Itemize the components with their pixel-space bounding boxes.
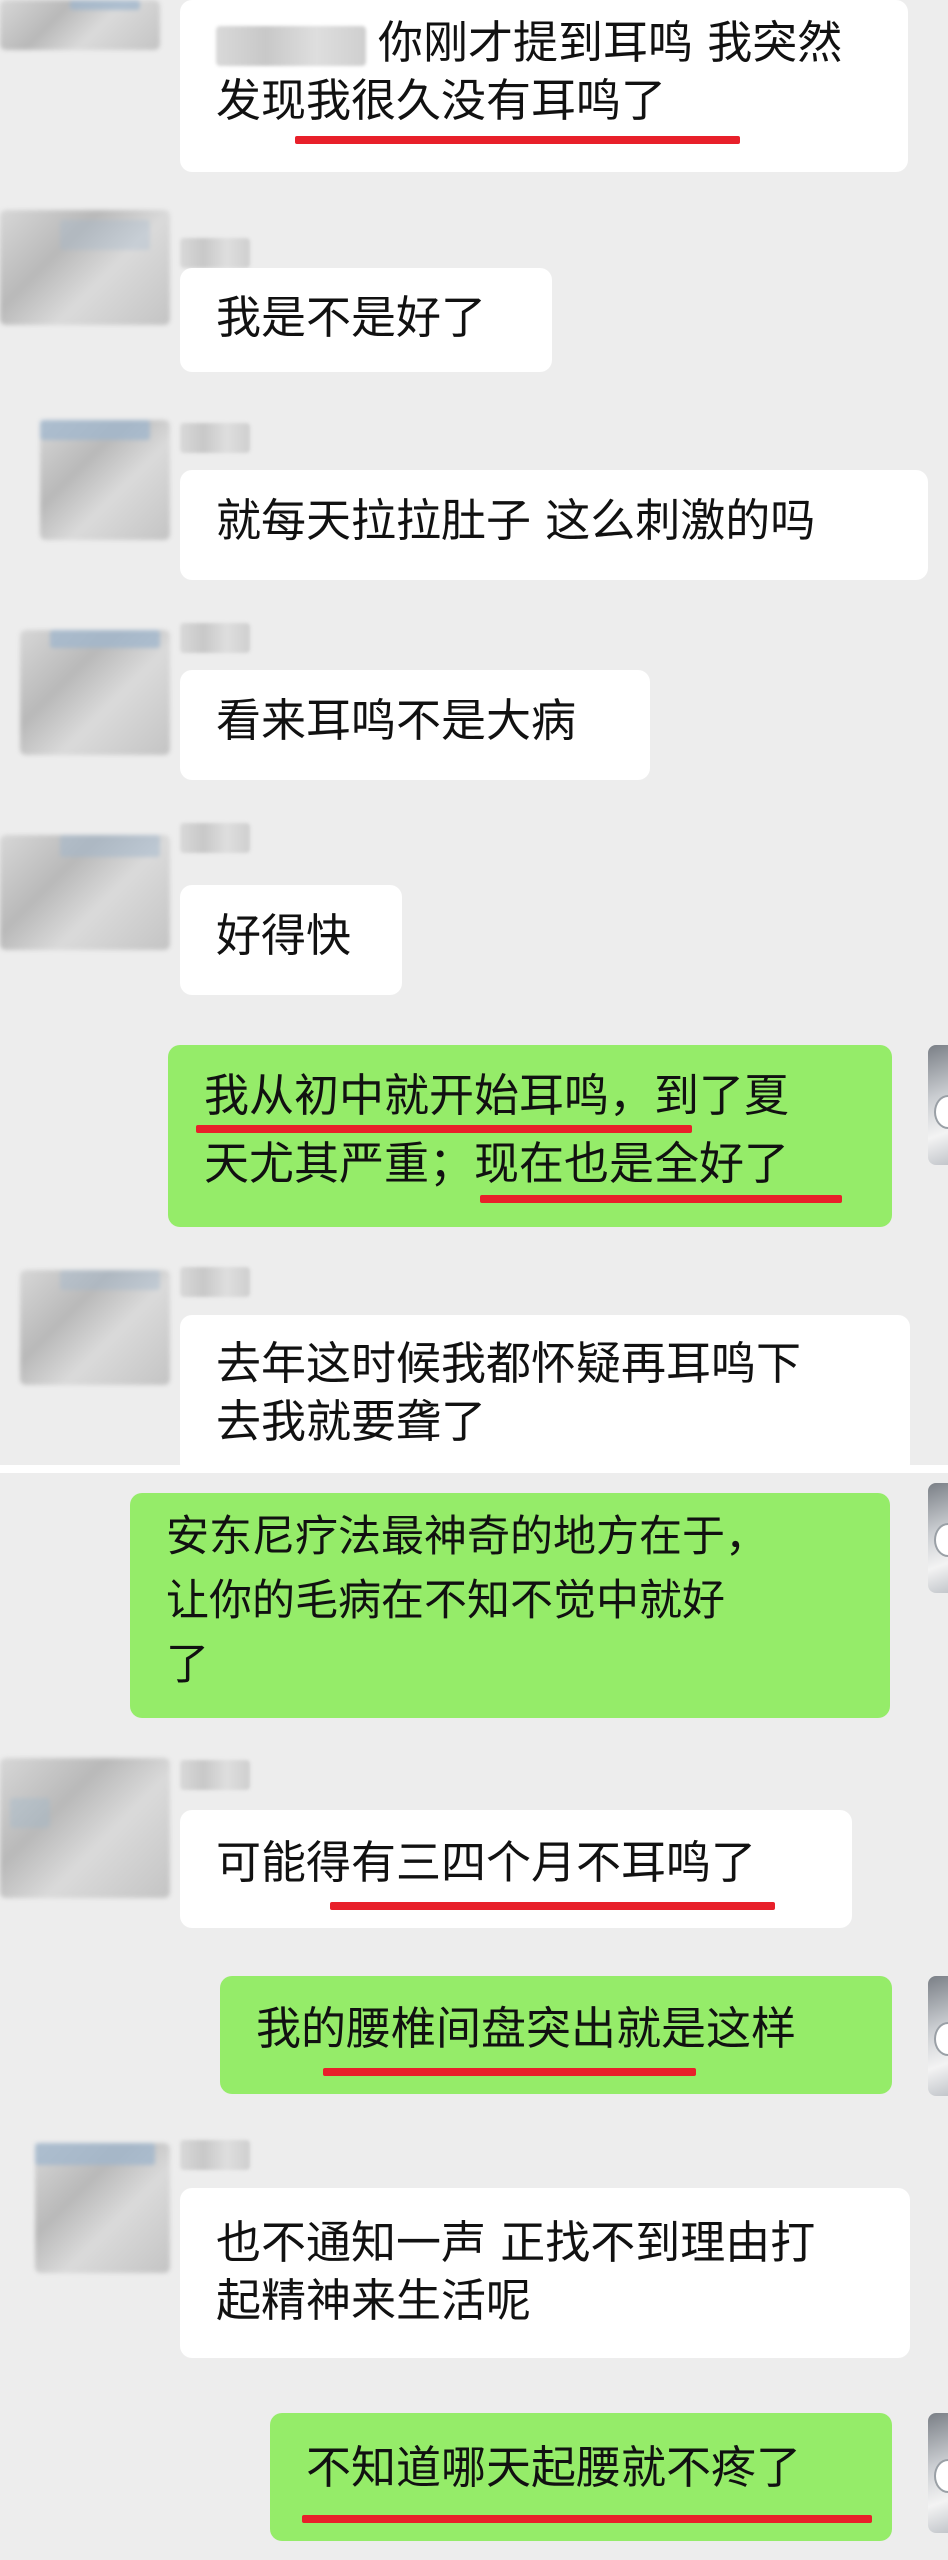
outgoing-message-bubble[interactable]: 我从初中就开始耳鸣，到了夏 天尤其严重；现在也是全好了: [168, 1045, 892, 1227]
contact-avatar[interactable]: [0, 0, 160, 50]
contact-avatar[interactable]: [0, 210, 170, 325]
incoming-message-bubble[interactable]: 看来耳鸣不是大病: [180, 670, 650, 780]
message-line: 看来耳鸣不是大病: [216, 694, 577, 747]
outgoing-message-bubble[interactable]: 安东尼疗法最神奇的地方在于， 让你的毛病在不知不觉中就好 了: [130, 1493, 890, 1718]
message-line: 我是不是好了: [216, 291, 487, 344]
incoming-message-bubble[interactable]: 可能得有三四个月不耳鸣了: [180, 1810, 852, 1928]
contact-name: [180, 238, 250, 268]
contact-avatar[interactable]: [20, 630, 170, 755]
message-line: 让你的毛病在不知不觉中就好: [166, 1576, 725, 1626]
message-line: 不知道哪天起腰就不疼了: [306, 2441, 802, 2494]
message-line: 你刚才提到耳鸣 我突然: [378, 16, 843, 69]
contact-avatar[interactable]: [35, 2143, 170, 2273]
incoming-message-bubble[interactable]: 去年这时候我都怀疑再耳鸣下 去我就要聋了: [180, 1315, 910, 1465]
incoming-message-bubble[interactable]: 也不通知一声 正找不到理由打 起精神来生活呢: [180, 2188, 910, 2358]
self-avatar[interactable]: [928, 1045, 948, 1165]
contact-name: [180, 1760, 250, 1790]
incoming-message-bubble[interactable]: 好得快: [180, 885, 402, 995]
incoming-message-bubble[interactable]: 你刚才提到耳鸣 我突然 发现我很久没有耳鸣了: [180, 0, 908, 172]
red-underline: [196, 1125, 692, 1133]
message-line: 好得快: [216, 909, 352, 962]
red-underline: [330, 1902, 775, 1910]
red-underline: [302, 2515, 872, 2523]
chat-panel-top[interactable]: 你刚才提到耳鸣 我突然 发现我很久没有耳鸣了 我是不是好了 就每天拉拉肚子 这么…: [0, 0, 948, 1465]
message-line: 我从初中就开始耳鸣，到了夏: [204, 1069, 790, 1122]
message-line: 了: [166, 1640, 209, 1690]
outgoing-message-bubble[interactable]: 我的腰椎间盘突出就是这样: [220, 1976, 892, 2094]
outgoing-message-bubble[interactable]: 不知道哪天起腰就不疼了: [270, 2413, 892, 2541]
redacted-name: [216, 26, 366, 66]
contact-name: [180, 823, 250, 853]
contact-name: [180, 623, 250, 653]
self-avatar[interactable]: [928, 2413, 948, 2533]
contact-avatar[interactable]: [40, 420, 170, 540]
message-line: 安东尼疗法最神奇的地方在于，: [166, 1512, 768, 1562]
message-line: 发现我很久没有耳鸣了: [216, 74, 667, 127]
screenshot-seam: [0, 1465, 948, 1473]
message-line: 去年这时候我都怀疑再耳鸣下: [216, 1337, 802, 1390]
message-line: 我的腰椎间盘突出就是这样: [256, 2002, 797, 2055]
contact-avatar[interactable]: [0, 835, 170, 950]
chat-panel-bottom[interactable]: 安东尼疗法最神奇的地方在于， 让你的毛病在不知不觉中就好 了 可能得有三四个月不…: [0, 1473, 948, 2560]
message-line: 就每天拉拉肚子 这么刺激的吗: [216, 494, 816, 547]
message-line: 去我就要聋了: [216, 1395, 487, 1448]
contact-name: [180, 2140, 250, 2170]
message-line: 可能得有三四个月不耳鸣了: [216, 1836, 757, 1889]
incoming-message-bubble[interactable]: 就每天拉拉肚子 这么刺激的吗: [180, 470, 928, 580]
red-underline: [295, 136, 740, 144]
contact-name: [180, 1267, 250, 1297]
message-line: 起精神来生活呢: [216, 2274, 532, 2327]
red-underline: [480, 1195, 842, 1203]
contact-avatar[interactable]: [0, 1758, 170, 1898]
self-avatar[interactable]: [928, 1976, 948, 2096]
self-avatar[interactable]: [928, 1483, 948, 1593]
message-line: 也不通知一声 正找不到理由打: [216, 2216, 816, 2269]
contact-name: [180, 423, 250, 453]
incoming-message-bubble[interactable]: 我是不是好了: [180, 268, 552, 372]
message-line: 天尤其严重；现在也是全好了: [204, 1137, 790, 1190]
red-underline: [323, 2068, 696, 2076]
contact-avatar[interactable]: [20, 1270, 170, 1385]
